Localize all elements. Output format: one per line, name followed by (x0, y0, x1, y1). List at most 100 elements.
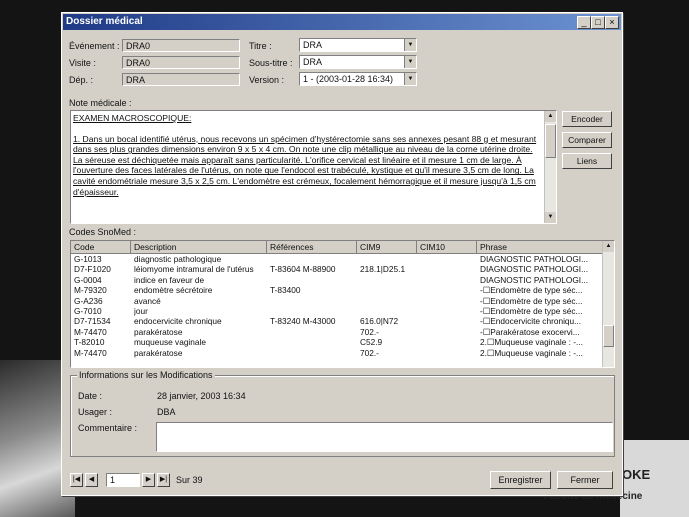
background-brand: OKE (622, 467, 651, 482)
note-heading: EXAMEN MACROSCOPIQUE: (73, 113, 192, 123)
table-row[interactable]: G-1013 diagnostic pathologique DIAGNOSTIC … (71, 254, 603, 264)
minimize-icon[interactable]: _ (577, 16, 591, 29)
title-select-value: DRA (303, 40, 323, 50)
version-select-value: 1 - (2003-01-28 16:34) (303, 74, 394, 84)
scroll-down-icon[interactable]: ▼ (545, 212, 556, 223)
cell-code: G-7010 (74, 306, 102, 316)
cell-cim9: 218.1|D25.1 (360, 264, 406, 275)
cell-code: G-A236 (74, 295, 103, 306)
dept-label: Dép. : (69, 75, 94, 85)
table-row[interactable]: G-0004 indice en faveur de DIAGNOSTIC PATH… (71, 275, 603, 285)
title-bar[interactable]: Dossier médical _ □ × (63, 14, 621, 30)
cell-description: diagnostic pathologique (134, 254, 222, 264)
close-button[interactable]: Fermer (557, 471, 613, 489)
cell-description: indice en faveur de (134, 274, 205, 285)
table-row[interactable]: T-82010 muqueuse vaginale C52.9 2.☐Muqueuse… (71, 337, 603, 347)
cell-phrase: 2.☐Muqueuse vaginale : -... (480, 337, 583, 348)
scroll-thumb[interactable] (545, 124, 556, 158)
subtitle-select[interactable]: DRA ▼ (299, 55, 417, 69)
cell-phrase: 2.☐Muqueuse vaginale : -... (480, 347, 583, 358)
cell-phrase: -☐Endomètre de type séc... (480, 306, 583, 316)
note-scrollbar[interactable]: ▲ ▼ (544, 111, 556, 223)
version-label: Version : (249, 75, 285, 85)
table-row[interactable]: M-74470 parakératose 702.- 2.☐Muqueuse vagi… (71, 348, 603, 358)
cell-description: léiomyome intramural de l'utérus (134, 264, 254, 275)
col-description[interactable]: Description (131, 241, 267, 253)
dept-field[interactable]: DRA (122, 73, 240, 86)
event-label: Événement : (69, 41, 120, 51)
note-text: EXAMEN MACROSCOPIQUE: 1. Dans un bocal i… (73, 113, 543, 197)
cell-cim9: 702.- (360, 347, 379, 358)
scroll-thumb[interactable] (603, 325, 614, 347)
cell-code: M-74470 (74, 326, 107, 337)
cell-description: parakératose (134, 347, 183, 358)
page-input[interactable]: 1 (106, 473, 140, 487)
table-row[interactable]: D7-F1020 léiomyome intramural de l'utérus… (71, 264, 603, 274)
cell-code: M-74470 (74, 347, 107, 358)
cell-cim9: 702.- (360, 326, 379, 337)
cell-cim9: C52.9 (360, 337, 383, 348)
cell-description: muqueuse vaginale (134, 337, 206, 348)
window-title: Dossier médical (66, 16, 143, 27)
comment-input[interactable] (156, 422, 613, 452)
cell-phrase: -☐Endocervicite chroniqu... (480, 316, 582, 327)
col-phrase[interactable]: Phrase (477, 241, 603, 253)
table-row[interactable]: G-A236 avancé -☐Endomètre de type séc... (71, 296, 603, 306)
links-button[interactable]: Liens (562, 153, 612, 169)
first-page-icon[interactable]: |◀ (70, 473, 83, 487)
cell-phrase: -☐Endomètre de type séc... (480, 295, 583, 306)
compare-button[interactable]: Comparer (562, 132, 612, 148)
scroll-up-icon[interactable]: ▲ (603, 241, 614, 252)
col-cim9[interactable]: CIM9 (357, 241, 417, 253)
subtitle-select-value: DRA (303, 57, 323, 67)
version-select[interactable]: 1 - (2003-01-28 16:34) ▼ (299, 72, 417, 86)
cell-description: avancé (134, 295, 161, 306)
chevron-down-icon[interactable]: ▼ (404, 73, 416, 85)
table-row[interactable]: D7-71534 endocervicite chronique T-83240 M… (71, 316, 603, 326)
cell-code: M-79320 (74, 285, 107, 296)
title-select[interactable]: DRA ▼ (299, 38, 417, 52)
chevron-down-icon[interactable]: ▼ (404, 56, 416, 68)
chevron-down-icon[interactable]: ▼ (404, 39, 416, 51)
scroll-up-icon[interactable]: ▲ (545, 111, 556, 122)
cell-code: T-82010 (74, 337, 105, 348)
title-label: Titre : (249, 41, 272, 51)
table-row[interactable]: G-7010 jour -☐Endomètre de type séc... (71, 306, 603, 316)
cell-description: endomètre sécrétoire (134, 285, 213, 296)
snomed-table: Code Description Références CIM9 CIM10 P… (70, 240, 615, 368)
user-label: Usager : (78, 407, 113, 417)
next-page-icon[interactable]: ▶ (142, 473, 155, 487)
save-button[interactable]: Enregistrer (490, 471, 551, 489)
modifications-title: Informations sur les Modifications (77, 370, 215, 380)
encode-button[interactable]: Encoder (562, 111, 612, 127)
cell-phrase: -☐Parakératose exocervi... (480, 326, 580, 337)
user-value: DBA (157, 407, 176, 417)
close-icon[interactable]: × (605, 16, 619, 29)
modifications-group: Informations sur les Modifications Date … (70, 370, 615, 457)
col-cim10[interactable]: CIM10 (417, 241, 477, 253)
table-row[interactable]: M-74470 parakératose 702.- -☐Parakératose e… (71, 327, 603, 337)
col-references[interactable]: Références (267, 241, 357, 253)
subtitle-label: Sous-titre : (249, 58, 293, 68)
table-scrollbar[interactable]: ▲ (602, 241, 614, 367)
snomed-label: Codes SnoMed : (69, 227, 137, 237)
last-page-icon[interactable]: ▶| (157, 473, 170, 487)
note-label: Note médicale : (69, 98, 132, 108)
cell-references: T-83604 M-88900 (270, 264, 336, 275)
cell-code: D7-F1020 (74, 264, 111, 275)
cell-code: G-1013 (74, 254, 102, 264)
visit-field[interactable]: DRA0 (122, 56, 240, 69)
cell-references: T-83400 (270, 285, 301, 296)
snomed-header: Code Description Références CIM9 CIM10 P… (71, 241, 603, 254)
comment-label: Commentaire : (78, 423, 138, 433)
event-field[interactable]: DRA0 (122, 39, 240, 52)
table-row[interactable]: M-79320 endomètre sécrétoire T-83400 -☐Endo… (71, 285, 603, 295)
medical-record-window: Dossier médical _ □ × Événement : DRA0 V… (61, 12, 623, 496)
maximize-icon[interactable]: □ (591, 16, 605, 29)
prev-page-icon[interactable]: ◀ (85, 473, 98, 487)
col-code[interactable]: Code (71, 241, 131, 253)
cell-phrase: DIAGNOSTIC PATHOLOGI... (480, 264, 589, 275)
cell-description: jour (134, 306, 148, 316)
medical-note-textarea[interactable]: EXAMEN MACROSCOPIQUE: 1. Dans un bocal i… (70, 110, 557, 224)
date-label: Date : (78, 391, 103, 401)
